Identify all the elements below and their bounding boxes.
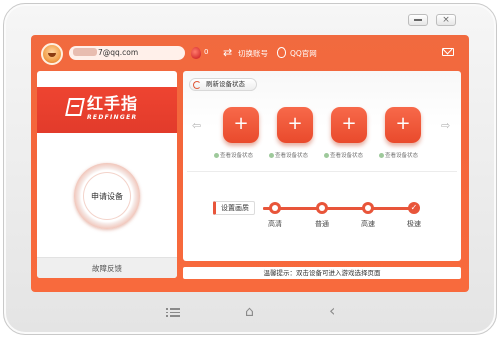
device-status-4[interactable]: 查看设备状态: [379, 151, 439, 159]
apply-device-button[interactable]: 申请设备: [84, 173, 130, 219]
quality-option-hd[interactable]: [269, 202, 281, 214]
menu-icon[interactable]: [166, 306, 180, 319]
home-icon[interactable]: ⌂: [245, 305, 254, 319]
qq-icon[interactable]: [277, 47, 286, 58]
device-status-label: 查看设备状态: [385, 153, 419, 159]
status-dot-icon: [214, 152, 219, 158]
device-slot-1[interactable]: +: [223, 107, 259, 143]
device-panel: 刷新设备状态 ⇦ ⇨ + + + + 查看设备状态 查看设备状态 查看设备状态 …: [183, 71, 461, 261]
left-panel: 红手指 REDFINGER 申请设备 故障反馈: [37, 71, 177, 278]
back-icon[interactable]: ‹: [329, 303, 335, 319]
close-button[interactable]: ×: [436, 14, 456, 26]
gem-count: 0: [204, 48, 209, 56]
refresh-status-button[interactable]: 刷新设备状态: [189, 78, 257, 91]
quality-label-normal: 普通: [315, 220, 329, 228]
arrow-left-icon[interactable]: ⇦: [192, 120, 201, 131]
account-text: 7@qq.com: [98, 48, 139, 57]
device-status-label: 查看设备状态: [275, 153, 309, 159]
quality-option-fastest[interactable]: [408, 202, 420, 214]
feedback-button[interactable]: 故障反馈: [37, 257, 177, 278]
refresh-status-label: 刷新设备状态: [206, 80, 245, 88]
switch-account-icon[interactable]: ⇄: [223, 47, 232, 58]
divider: [187, 171, 457, 172]
qq-group-link[interactable]: QQ官网: [290, 48, 317, 59]
apply-device-ring: 申请设备: [74, 163, 140, 229]
logo-mark-icon: [65, 98, 85, 116]
brand-logo: 红手指 REDFINGER: [37, 87, 177, 133]
quality-setting-label: 设置画质: [213, 201, 255, 215]
refresh-icon: [193, 80, 201, 89]
quality-label-fast: 高速: [361, 220, 375, 228]
device-status-label: 查看设备状态: [330, 153, 364, 159]
device-slot-3[interactable]: +: [331, 107, 367, 143]
minimize-icon: [414, 19, 422, 21]
status-dot-icon: [269, 152, 274, 158]
brand-subtitle: REDFINGER: [87, 114, 138, 121]
brand-name: 红手指: [87, 94, 139, 113]
quality-option-fast[interactable]: [362, 202, 374, 214]
device-status-2[interactable]: 查看设备状态: [269, 151, 329, 159]
mail-icon[interactable]: [442, 48, 454, 56]
device-status-1[interactable]: 查看设备状态: [214, 151, 274, 159]
quality-label-fastest: 极速: [407, 220, 421, 228]
device-slot-2[interactable]: +: [277, 107, 313, 143]
switch-account-link[interactable]: 切换账号: [238, 48, 268, 59]
account-mask: [73, 48, 97, 56]
status-dot-icon: [379, 152, 384, 158]
quality-option-normal[interactable]: [316, 202, 328, 214]
arrow-right-icon[interactable]: ⇨: [441, 120, 450, 131]
top-bar: 7@qq.com 0 ⇄ 切换账号 QQ官网: [31, 35, 469, 67]
gem-icon: [191, 47, 201, 59]
status-dot-icon: [324, 152, 329, 158]
account-field: 7@qq.com: [69, 46, 185, 60]
app-screen: 7@qq.com 0 ⇄ 切换账号 QQ官网 红手指 REDFINGER 申请设…: [31, 35, 469, 292]
tip-text: 温馨提示：双击设备可进入游戏选择页面: [183, 267, 461, 279]
quality-slider-track[interactable]: [263, 207, 414, 210]
minimize-button[interactable]: [408, 14, 428, 26]
quality-label-hd: 高清: [268, 220, 282, 228]
device-status-3[interactable]: 查看设备状态: [324, 151, 384, 159]
device-status-label: 查看设备状态: [220, 153, 254, 159]
device-slot-4[interactable]: +: [385, 107, 421, 143]
close-icon: ×: [442, 14, 450, 25]
avatar[interactable]: [41, 43, 63, 65]
